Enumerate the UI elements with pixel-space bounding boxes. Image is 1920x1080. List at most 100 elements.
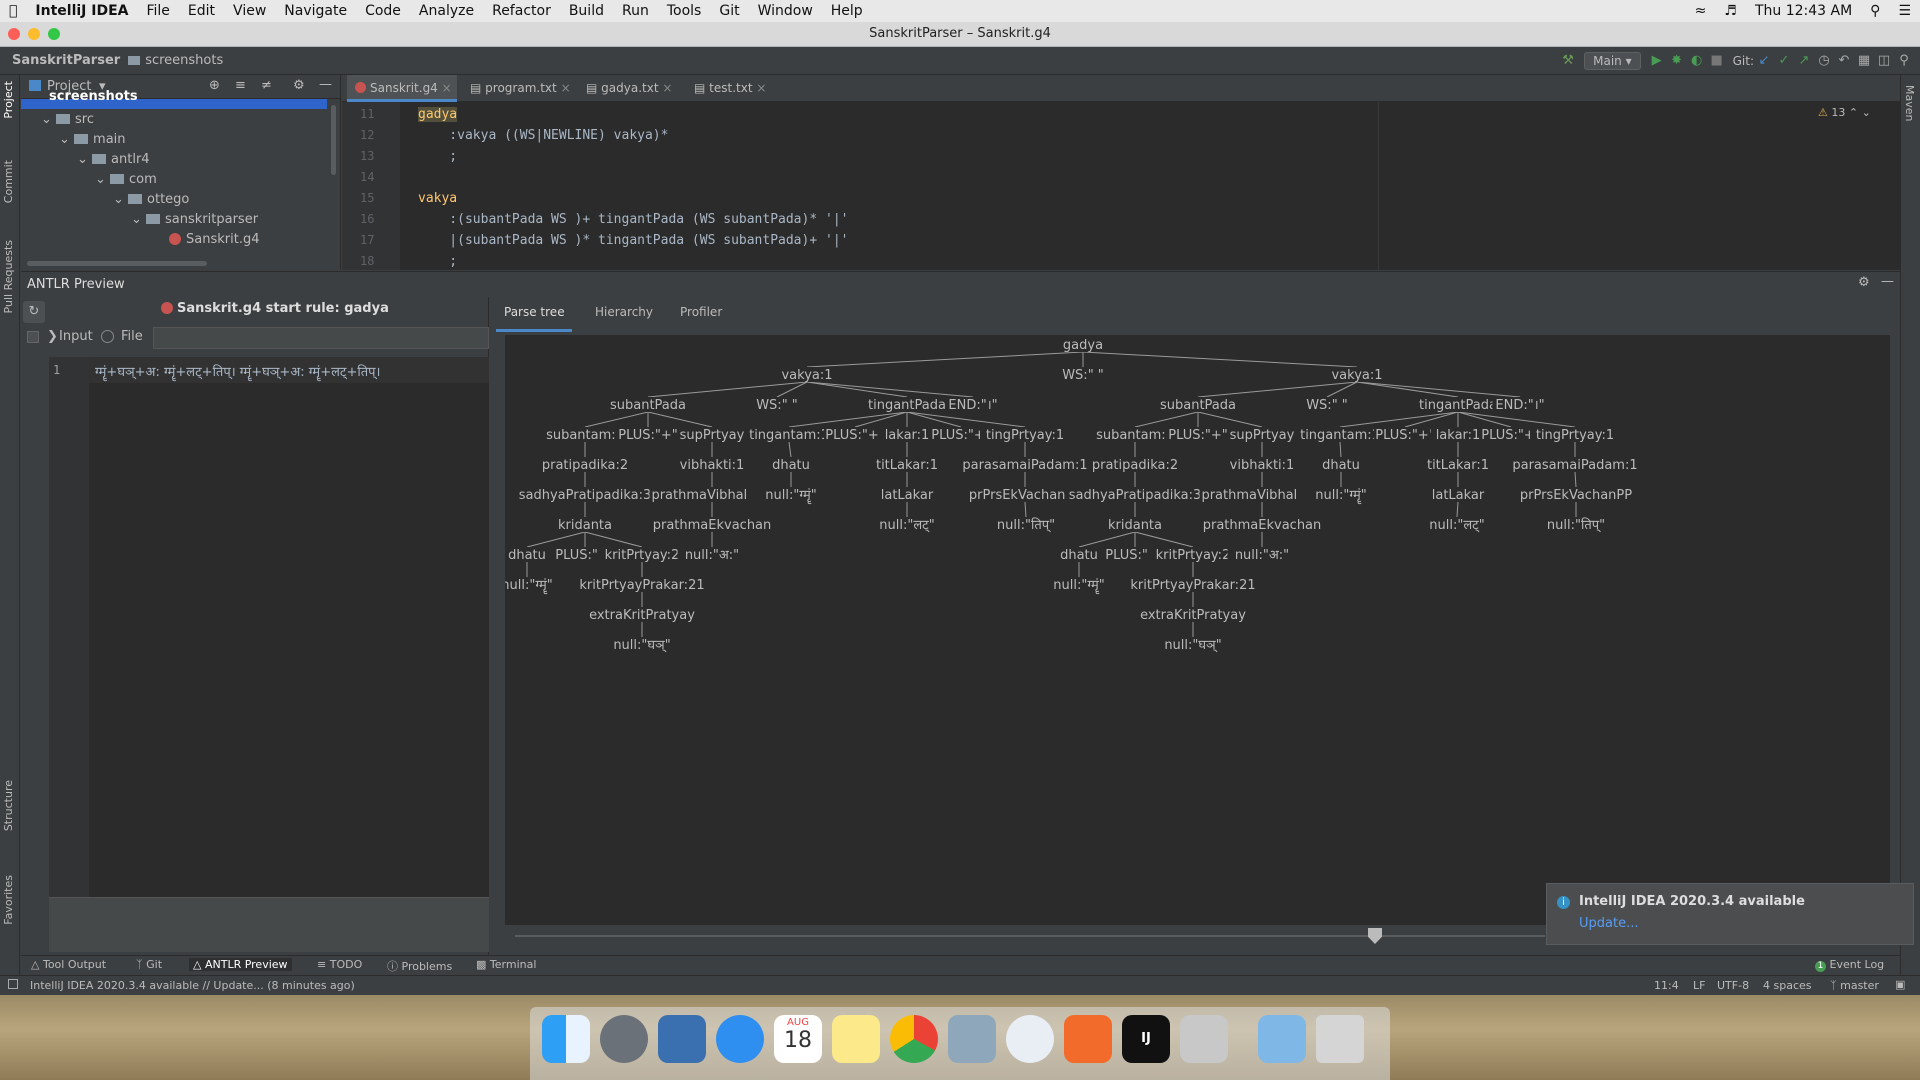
- collapse-all-icon[interactable]: ≠: [261, 78, 272, 93]
- tool-tab-pull-requests[interactable]: Pull Requests: [2, 240, 15, 313]
- tool-tab-structure[interactable]: Structure: [2, 780, 15, 831]
- tree-node[interactable]: kritPrtyayPrakar:21: [579, 578, 704, 593]
- status-toggle-icon[interactable]: [8, 979, 18, 989]
- coverage-icon[interactable]: ◐: [1687, 53, 1707, 68]
- file-path-field[interactable]: [153, 327, 489, 349]
- vertical-scrollbar[interactable]: [331, 105, 336, 175]
- tree-item-com[interactable]: ⌄ com: [95, 170, 157, 190]
- input-checkbox[interactable]: [27, 331, 39, 343]
- event-log-button[interactable]: 1 Event Log: [1815, 958, 1884, 972]
- tree-item-main[interactable]: ⌄ main: [59, 130, 126, 150]
- tree-node[interactable]: parasamaiPadam:1: [1512, 458, 1637, 473]
- menu-navigate[interactable]: Navigate: [275, 3, 356, 19]
- tree-node[interactable]: dhatu: [1060, 548, 1098, 563]
- tab-parse-tree[interactable]: Parse tree: [504, 305, 565, 319]
- tree-node[interactable]: pratipadika:2: [542, 458, 628, 473]
- apple-icon[interactable]: : [0, 3, 26, 19]
- antlr-preview-button[interactable]: △ ANTLR Preview: [189, 958, 292, 971]
- trash-icon[interactable]: [1316, 1015, 1364, 1063]
- tree-node[interactable]: tingPrtyay:1: [986, 428, 1064, 443]
- git-branch[interactable]: ᛉ master: [1830, 979, 1879, 992]
- tree-node[interactable]: null:"ग्मॄं": [1053, 578, 1104, 595]
- tree-node[interactable]: dhatu: [1322, 458, 1360, 473]
- tree-node[interactable]: vakya:1: [781, 368, 832, 383]
- menu-window[interactable]: Window: [749, 3, 822, 19]
- finder-icon[interactable]: [542, 1015, 590, 1063]
- gear-icon[interactable]: ⚙: [1858, 275, 1870, 290]
- tree-node[interactable]: WS:" ": [1062, 368, 1104, 383]
- terminal-button[interactable]: ▩ Terminal: [476, 958, 536, 971]
- tree-node[interactable]: latLakar: [1432, 488, 1485, 503]
- input-radio-icon[interactable]: ❯: [47, 329, 58, 344]
- tree-node[interactable]: tingantam:1: [1300, 428, 1380, 443]
- tree-node[interactable]: kritPrtyay:2: [605, 548, 680, 563]
- tree-node[interactable]: PLUS:"+": [618, 428, 677, 443]
- run-icon[interactable]: ▶: [1647, 53, 1667, 68]
- tree-node[interactable]: lakar:1: [1436, 428, 1481, 443]
- chrome-icon[interactable]: [890, 1015, 938, 1063]
- tab-gadya-txt[interactable]: ▤ gadya.txt ×: [578, 75, 683, 102]
- stop-icon[interactable]: ■: [1707, 53, 1727, 68]
- spotlight-icon[interactable]: ⚲: [1861, 3, 1889, 19]
- tree-node[interactable]: parasamaiPadam:1: [962, 458, 1087, 473]
- tree-node[interactable]: null:"घञ्": [1164, 638, 1221, 653]
- volume-icon[interactable]: ♬: [1715, 3, 1746, 19]
- tree-node[interactable]: gadya: [1063, 338, 1103, 353]
- zoom-slider[interactable]: [515, 935, 1545, 937]
- git-rollback-icon[interactable]: ↶: [1834, 53, 1854, 68]
- code-line[interactable]: :vakya ((WS|NEWLINE) vakya)*: [418, 128, 668, 143]
- notes-icon[interactable]: [832, 1015, 880, 1063]
- tree-node[interactable]: sadhyaPratipadika:3: [519, 488, 652, 503]
- tree-node[interactable]: supPrtyay: [680, 428, 745, 443]
- tree-node[interactable]: subantPada: [610, 398, 686, 413]
- horizontal-scrollbar[interactable]: [27, 261, 207, 266]
- tree-node[interactable]: WS:" ": [1306, 398, 1348, 413]
- tree-item-sanskritparser[interactable]: ⌄ sanskritparser: [131, 210, 258, 230]
- tree-item-sanskrit-g4[interactable]: Sanskrit.g4: [169, 230, 259, 250]
- code-line[interactable]: gadya: [418, 107, 458, 122]
- menu-analyze[interactable]: Analyze: [410, 3, 483, 19]
- update-link[interactable]: Update...: [1579, 916, 1638, 931]
- tree-node[interactable]: kritPrtyay:2: [1156, 548, 1231, 563]
- status-message[interactable]: IntelliJ IDEA 2020.3.4 available // Upda…: [30, 979, 355, 992]
- git-button[interactable]: ᛉ Git: [136, 958, 162, 971]
- tree-node[interactable]: null:"अ:": [1235, 548, 1289, 563]
- tree-item-src[interactable]: ⌄ src: [41, 110, 94, 130]
- tree-node[interactable]: extraKritPratyay: [1140, 608, 1246, 623]
- problems-button[interactable]: ⓘ Problems: [387, 958, 452, 974]
- tree-node[interactable]: WS:" ": [756, 398, 798, 413]
- caret-position[interactable]: 11:4: [1654, 979, 1679, 992]
- locate-icon[interactable]: ⊕: [209, 78, 220, 93]
- downloads-folder-icon[interactable]: [1258, 1015, 1306, 1063]
- menu-run[interactable]: Run: [613, 3, 658, 19]
- tree-node[interactable]: titLakar:1: [876, 458, 938, 473]
- tab-test-txt[interactable]: ▤ test.txt ×: [686, 75, 786, 102]
- tab-sanskrit-g4[interactable]: Sanskrit.g4 ×: [347, 75, 457, 102]
- search-icon[interactable]: ⚲: [1894, 53, 1914, 68]
- menu-refactor[interactable]: Refactor: [483, 3, 560, 19]
- debug-icon[interactable]: ✸: [1667, 53, 1687, 68]
- layout-icon[interactable]: ◫: [1874, 53, 1894, 68]
- tree-node[interactable]: titLakar:1: [1427, 458, 1489, 473]
- tree-item-screenshots[interactable]: screenshots: [49, 90, 138, 104]
- tree-item-antlr4[interactable]: ⌄ antlr4: [77, 150, 150, 170]
- hide-panel-icon[interactable]: —: [1881, 274, 1894, 289]
- safari-icon[interactable]: [716, 1015, 764, 1063]
- launchpad-icon[interactable]: [600, 1015, 648, 1063]
- inspection-widget[interactable]: ⚠ 13 ⌃ ⌄: [1818, 106, 1871, 119]
- parse-tree-canvas[interactable]: gadya vakya:1 WS:" " vakya:1 subantPada WS:" …: [482, 335, 1890, 925]
- git-commit-icon[interactable]: ✓: [1774, 53, 1794, 68]
- app-store-icon[interactable]: [1006, 1015, 1054, 1063]
- tab-program-txt[interactable]: ▤ program.txt ×: [462, 75, 574, 102]
- git-push-icon[interactable]: ↗: [1794, 53, 1814, 68]
- tree-node[interactable]: kridanta: [1108, 518, 1162, 533]
- close-icon[interactable]: ×: [662, 81, 672, 95]
- tree-node[interactable]: null:"तिप्": [997, 517, 1055, 533]
- tool-tab-commit[interactable]: Commit: [2, 160, 15, 203]
- tree-node[interactable]: lakar:1: [885, 428, 930, 443]
- gear-icon[interactable]: ⚙: [293, 78, 305, 93]
- file-radio[interactable]: [101, 330, 114, 343]
- tree-node[interactable]: kritPrtyayPrakar:21: [1130, 578, 1255, 593]
- image-capture-icon[interactable]: [948, 1015, 996, 1063]
- pencil-app-icon[interactable]: [1064, 1015, 1112, 1063]
